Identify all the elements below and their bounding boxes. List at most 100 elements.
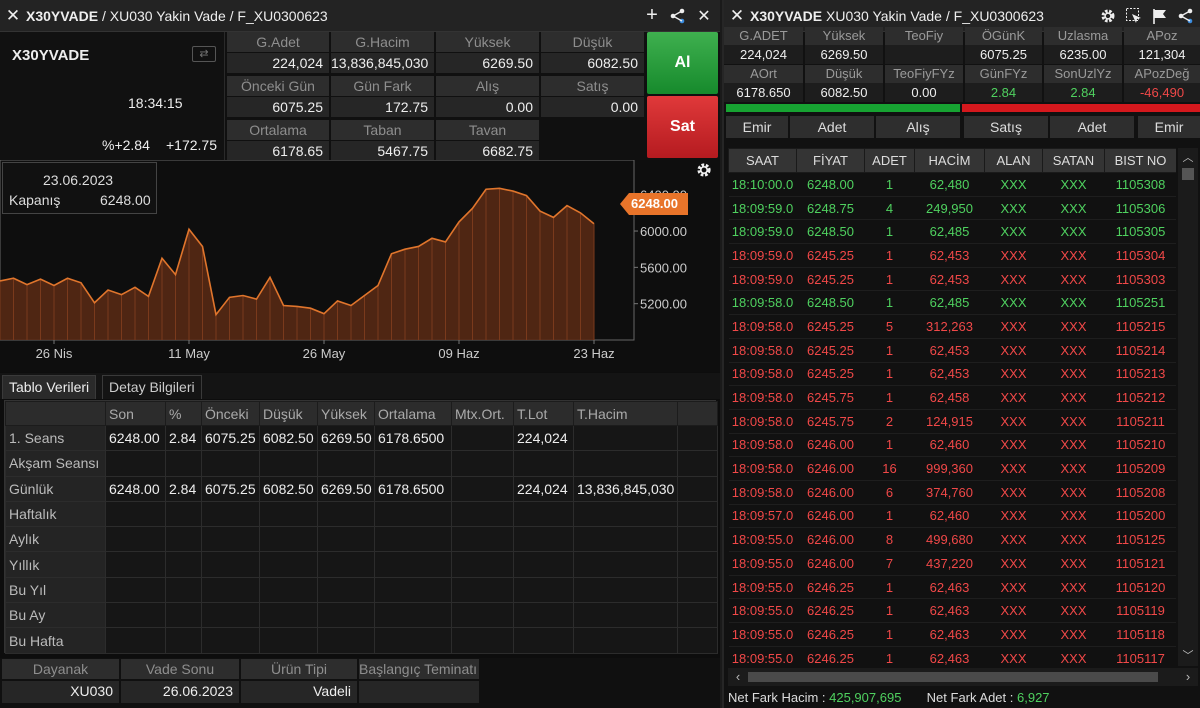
grid-header-8[interactable]: T.Lot [513, 401, 574, 426]
grid-header-7[interactable]: Mtx.Ort. [451, 401, 514, 426]
grid-cell [201, 627, 260, 654]
grid-cell [451, 551, 514, 578]
trade-header-3[interactable]: HACİM [914, 148, 985, 173]
grid-cell [374, 450, 452, 477]
horizontal-scrollbar[interactable]: ‹ › [728, 668, 1198, 686]
row1-value-4: 6235.00 [1044, 45, 1122, 64]
row2-value-2: 0.00 [885, 83, 963, 102]
grid-header-6[interactable]: Ortalama [374, 401, 452, 426]
row1-value-0: 224,024 [724, 45, 803, 64]
grid-header-3[interactable]: Önceki [201, 401, 260, 426]
trade-cell: 1105210 [1104, 433, 1176, 458]
scroll-thumb[interactable] [1182, 168, 1194, 180]
scroll-left-icon[interactable]: ‹ [730, 669, 746, 685]
grid-header-5[interactable]: Yüksek [317, 401, 375, 426]
trade-header-1[interactable]: FİYAT [796, 148, 865, 173]
grid-header-0[interactable] [5, 401, 106, 426]
grid-cell [451, 576, 514, 604]
trade-cell: 18:09:55.0 [728, 551, 797, 576]
trade-cell: 1 [864, 290, 915, 316]
order-button-1[interactable]: Adet [790, 116, 874, 138]
order-button-4[interactable]: Adet [1050, 116, 1134, 138]
grid-cell [105, 526, 166, 553]
grid-cell [317, 526, 375, 553]
grid-cell [165, 526, 202, 553]
stat-8-label: Ortalama [227, 120, 329, 140]
share-icon[interactable] [1176, 6, 1196, 26]
settings-gear-icon[interactable] [1098, 6, 1118, 26]
close-icon[interactable]: ✕ [0, 6, 26, 26]
trade-cell: XXX [1042, 598, 1105, 624]
row-header: Bu Yıl [5, 576, 106, 604]
grid-cell [573, 627, 678, 654]
trades-table: SAAT FİYAT ADET HACİM ALAN SATAN BIST NO 18:10… [728, 148, 1176, 666]
trade-cell: 249,950 [914, 196, 985, 221]
grid-cell [573, 551, 678, 578]
y-tick-label: 5600.00 [640, 260, 687, 275]
scroll-up-icon[interactable]: ︿ [1180, 150, 1196, 166]
net-hacim-value: 425,907,695 [829, 690, 902, 705]
buy-button[interactable]: Al [647, 32, 718, 94]
vertical-scrollbar[interactable]: ︿ ﹀ [1178, 148, 1198, 666]
table-row: 1. Seans 6248.00 2.84 6075.25 6082.50 6269.50… [5, 424, 718, 452]
grid-cell [317, 450, 375, 477]
swap-icon[interactable]: ⇄ [192, 46, 216, 62]
grid-cell: 6082.50 [259, 475, 318, 502]
grid-cell [374, 551, 452, 578]
right-window-title: X30YVADE XU030 Yakin Vade / F_XU0300623 [750, 7, 1044, 24]
row2-label-1: Düşük [805, 65, 883, 83]
trade-cell: 1105121 [1104, 551, 1176, 576]
grid-header-4[interactable]: Düşük [259, 401, 318, 426]
tab-detail-info[interactable]: Detay Bilgileri [102, 375, 202, 399]
trade-header-5[interactable]: SATAN [1042, 148, 1105, 173]
trade-cell: 6245.25 [796, 267, 865, 292]
share-icon[interactable] [668, 6, 688, 26]
trade-header-2[interactable]: ADET [864, 148, 915, 173]
trade-header-6[interactable]: BIST NO [1104, 148, 1176, 173]
order-button-5[interactable]: Emir [1138, 116, 1200, 138]
trade-header-4[interactable]: ALAN [984, 148, 1043, 173]
scroll-right-icon[interactable]: › [1180, 669, 1196, 685]
add-icon[interactable]: + [642, 4, 662, 26]
row1-value-2 [885, 45, 963, 64]
tooltip-date: 23.06.2023 [43, 172, 114, 188]
trade-cell: 62,463 [914, 646, 985, 666]
grid-cell [677, 424, 718, 452]
grid-header-1[interactable]: Son [105, 401, 166, 426]
scroll-down-icon[interactable]: ﹀ [1180, 648, 1196, 664]
order-button-2[interactable]: Alış [876, 116, 960, 138]
trade-header-0[interactable]: SAAT [728, 148, 797, 173]
grid-header-10[interactable] [677, 401, 718, 426]
tab-table-data[interactable]: Tablo Verileri [2, 375, 97, 399]
order-button-0[interactable]: Emir [726, 116, 788, 138]
x-tick-label: 26 May [303, 346, 346, 361]
sell-button[interactable]: Sat [647, 96, 718, 158]
flag-icon[interactable] [1150, 6, 1170, 26]
cursor-select-icon[interactable] [1124, 6, 1144, 26]
hscroll-thumb[interactable] [748, 672, 1158, 682]
grid-cell [677, 551, 718, 578]
table-row: Bu Hafta [5, 627, 718, 654]
table-row: Bu Ay [5, 602, 718, 629]
trade-cell: 6246.25 [796, 575, 865, 600]
grid-cell: 6248.00 [105, 424, 166, 452]
grid-header-2[interactable]: % [165, 401, 202, 426]
trade-cell: 2 [864, 409, 915, 434]
trade-cell: 62,463 [914, 575, 985, 600]
grid-cell [374, 602, 452, 629]
trade-cell: 1 [864, 362, 915, 387]
grid-cell: 224,024 [513, 424, 574, 452]
trade-cell: 1105200 [1104, 504, 1176, 529]
close-icon[interactable]: ✕ [724, 6, 750, 26]
trade-cell: XXX [984, 409, 1043, 434]
close-window-icon[interactable]: ✕ [694, 6, 714, 26]
chart-settings-icon[interactable] [694, 160, 714, 180]
order-button-3[interactable]: Satış [964, 116, 1048, 138]
grid-cell [677, 526, 718, 553]
row-header: Bu Hafta [5, 627, 106, 654]
trade-cell: 62,485 [914, 290, 985, 316]
trade-cell: XXX [984, 243, 1043, 268]
grid-header-9[interactable]: T.Hacim [573, 401, 678, 426]
trade-cell: XXX [1042, 551, 1105, 576]
trade-cell: XXX [1042, 504, 1105, 529]
